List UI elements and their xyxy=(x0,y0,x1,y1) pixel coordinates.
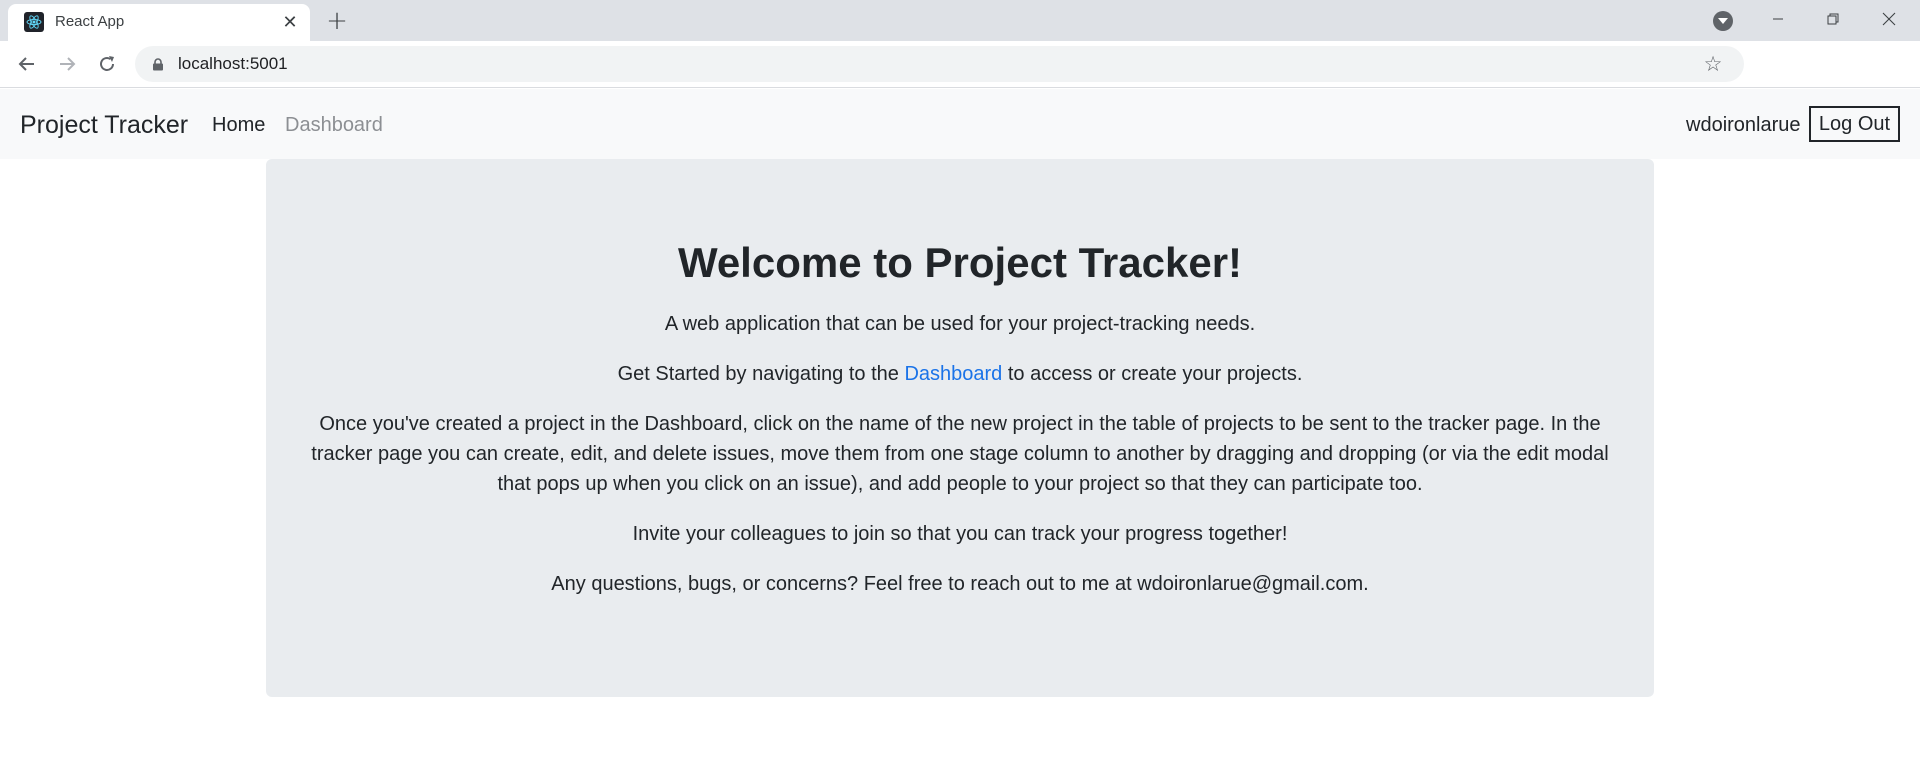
dashboard-link[interactable]: Dashboard xyxy=(904,363,1002,385)
new-tab-icon[interactable]: + xyxy=(324,6,350,36)
minimize-icon[interactable] xyxy=(1755,4,1801,34)
username-label: wdoironlarue xyxy=(1686,114,1801,136)
browser-tab[interactable]: React App ✕ xyxy=(8,4,310,41)
tab-search-icon[interactable] xyxy=(1713,11,1733,31)
contact-text: Any questions, bugs, or concerns? Feel f… xyxy=(551,573,1369,595)
url-text: localhost:5001 xyxy=(178,54,288,73)
browser-toolbar: localhost:5001 ☆ W xyxy=(0,41,1920,120)
react-icon xyxy=(24,12,44,32)
restore-icon[interactable] xyxy=(1810,4,1856,34)
intro-text: A web application that can be used for y… xyxy=(664,313,1256,335)
nav-link-home[interactable]: Home xyxy=(212,114,265,137)
reload-icon[interactable] xyxy=(93,50,121,78)
bookmark-star-icon[interactable]: ☆ xyxy=(1701,52,1725,76)
get-started-after: to access or create your projects. xyxy=(1002,363,1303,385)
address-bar[interactable]: localhost:5001 ☆ xyxy=(135,46,1744,82)
get-started-before: Get Started by navigating to the xyxy=(617,363,905,385)
navbar-brand[interactable]: Project Tracker xyxy=(20,111,188,140)
page-title: Welcome to Project Tracker! xyxy=(677,239,1243,286)
invite-text: Invite your colleagues to join so that y… xyxy=(632,523,1288,545)
nav-link-dashboard[interactable]: Dashboard xyxy=(285,114,383,137)
instructions-text: Once you've created a project in the Das… xyxy=(311,413,1609,495)
window-close-icon[interactable] xyxy=(1866,4,1912,34)
get-started-text: Get Started by navigating to the Dashboa… xyxy=(306,359,1614,389)
logout-button[interactable]: Log Out xyxy=(1809,106,1900,142)
browser-tab-strip: React App ✕ + xyxy=(0,0,1920,41)
app-navbar: Project Tracker Home Dashboard wdoironla… xyxy=(0,89,1920,159)
welcome-jumbotron: Welcome to Project Tracker! A web applic… xyxy=(266,159,1654,697)
lock-icon xyxy=(152,58,164,71)
forward-arrow-icon[interactable] xyxy=(53,50,81,78)
close-icon[interactable]: ✕ xyxy=(280,12,300,32)
tab-title: React App xyxy=(55,13,125,30)
back-arrow-icon[interactable] xyxy=(13,50,41,78)
